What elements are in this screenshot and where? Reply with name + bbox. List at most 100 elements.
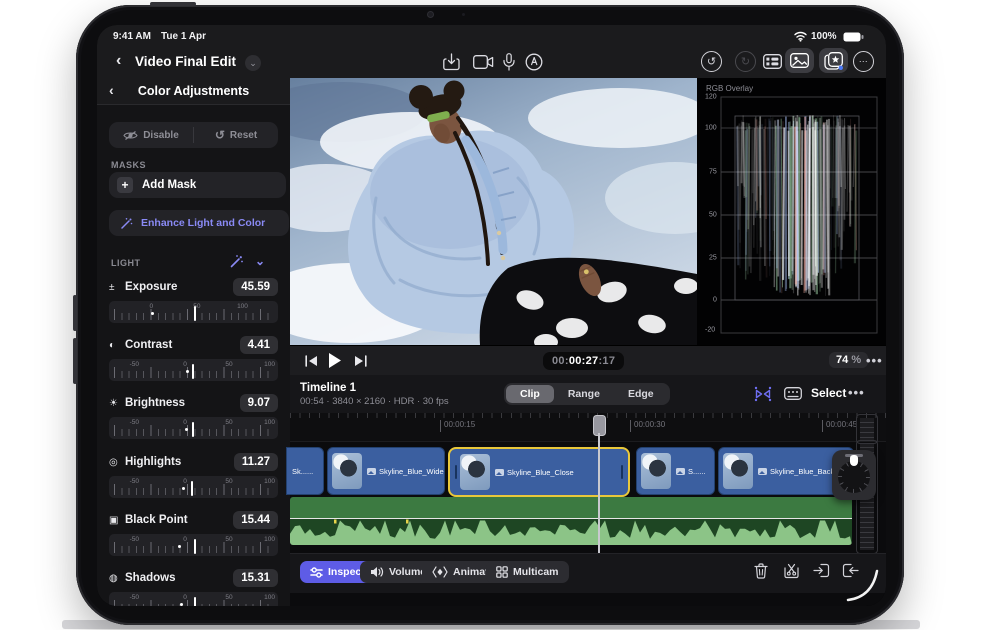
timeline-clip[interactable]: Sk...... [286,447,324,495]
play-button[interactable] [328,352,342,369]
timecode-display[interactable]: 00:00:27:17 [543,352,624,370]
exposure-icon: ± [109,282,125,293]
disable-button[interactable]: Disable [109,122,193,148]
reset-button[interactable]: ↺ Reset [194,122,278,148]
top-button [150,2,196,6]
blade-split-icon[interactable] [783,563,800,579]
slider-ruler[interactable]: -50 0 50 100 [109,359,278,381]
disable-reset-control: Disable ↺ Reset [109,122,278,148]
timeline-more-icon[interactable]: ••• [848,385,865,400]
clip-appearance-icon[interactable] [784,386,802,401]
value-cursor[interactable] [194,306,196,321]
disable-label: Disable [143,130,179,141]
media-browser-button[interactable] [785,48,814,73]
viewer-more-icon[interactable]: ••• [866,353,883,368]
slider-label: Highlights [125,456,234,468]
zoom-unit: % [851,354,861,366]
effects-button[interactable] [819,48,848,73]
delete-clip-icon[interactable] [754,563,768,579]
tick-label: 100 [264,419,275,426]
default-marker [185,428,188,431]
tick-label: 50 [225,594,232,601]
camera-icon[interactable] [473,55,494,69]
mode-clip[interactable]: Clip [506,385,554,403]
slider-value[interactable]: 9.07 [240,394,278,412]
add-mask-button[interactable]: + Add Mask [109,172,286,198]
redo-icon[interactable]: ↻ [735,51,756,72]
slider-value[interactable]: 15.31 [233,569,278,587]
trim-handle-left[interactable] [455,465,457,479]
clip-connections-icon[interactable] [754,386,772,402]
ruler-label: 00:00:45 [822,420,857,432]
panel-header: ‹ Color Adjustments [97,78,290,105]
pencil-tools-icon[interactable] [525,53,543,71]
skip-back-icon[interactable] [305,355,318,367]
multicam-button[interactable]: Multicam [486,561,569,583]
skip-forward-icon[interactable] [354,355,367,367]
slider-ruler[interactable]: -50 0 50 100 [109,417,278,439]
project-title[interactable]: Video Final Edit [135,54,236,69]
enhance-button[interactable]: Enhance Light and Color [109,210,289,236]
slider-ruler[interactable]: -50 0 50 100 [109,534,278,556]
mode-range[interactable]: Range [554,385,614,403]
slider-exposure: ±Exposure45.59 -50 0 50 100 [109,279,278,335]
tick-label: 50 [225,536,232,543]
tick-label: -50 [130,536,139,543]
more-options-icon[interactable]: ⋯ [853,51,874,72]
value-cursor[interactable] [192,364,194,379]
volume-down-button [73,338,77,384]
playhead-handle[interactable] [593,415,606,436]
battery-icon [843,32,864,42]
value-cursor[interactable] [194,597,196,606]
tick-label: 0 [183,361,187,368]
timeline-toolbar: Inspect Volume Animate Multicam [290,553,886,593]
top-toolbar: 9:41 AM Tue 1 Apr 100% ‹ Video Final Edi… [97,25,886,78]
back-icon[interactable]: ‹ [116,52,121,70]
select-button[interactable]: Select [811,386,846,400]
viewer-zoom-control[interactable]: 74 % [829,352,868,368]
value-cursor[interactable] [194,539,196,554]
ipad-screen: 9:41 AM Tue 1 Apr 100% ‹ Video Final Edi… [97,25,886,606]
tick-label: 50 [225,419,232,426]
tick-label: -50 [130,419,139,426]
video-preview[interactable] [290,78,697,345]
timeline-clip-selected[interactable]: Skyline_Blue_Close [448,447,630,497]
trim-handle-right[interactable] [621,465,623,479]
brightness-icon: ☀ [109,398,125,409]
import-media-icon[interactable] [443,53,460,71]
timeline-name[interactable]: Timeline 1 [300,382,356,394]
light-wand-icon[interactable] [229,254,244,269]
tick-label: 100 [264,594,275,601]
timeline-ruler[interactable]: 00:00:15 00:00:30 00:00:45 [290,413,886,442]
wifi-icon [794,31,807,42]
project-dropdown-icon[interactable]: ⌄ [245,55,261,71]
clip-name: Skyline_Blue_Close [507,468,574,477]
jog-wheel[interactable] [832,450,876,500]
slider-value[interactable]: 11.27 [234,453,278,471]
tick-label: 0 [183,419,187,426]
ruler-label: 00:00:30 [630,420,665,432]
light-collapse-icon[interactable]: ⌄ [255,254,265,268]
speaker-icon [370,566,384,578]
value-cursor[interactable] [191,481,193,496]
browser-panel-icon[interactable] [763,54,782,69]
clip-name-row: Skyline_Blue_Wide [367,467,444,476]
timeline-clip[interactable]: S...... [636,447,715,495]
slider-ruler[interactable]: -50 0 50 100 [109,301,278,323]
default-marker [178,545,181,548]
slider-value[interactable]: 45.59 [233,278,278,296]
audio-clip[interactable] [290,497,852,545]
slider-value[interactable]: 15.44 [233,511,278,529]
value-cursor[interactable] [192,422,194,437]
slider-black-point: ▣Black Point15.44 -50 0 50 100 [109,512,278,568]
slider-ruler[interactable]: -50 0 50 100 [109,476,278,498]
microphone-icon[interactable] [503,53,515,71]
mode-edge[interactable]: Edge [614,385,668,403]
undo-icon[interactable]: ↺ [701,51,722,72]
slider-value[interactable]: 4.41 [240,336,278,354]
eye-off-icon [123,130,138,141]
ruler-label: 00:00:15 [440,420,475,432]
timeline-clip[interactable]: Skyline_Blue_Wide [327,447,445,495]
slider-ruler[interactable]: -50 0 50 100 [109,592,278,606]
insert-clip-icon[interactable] [813,563,830,578]
